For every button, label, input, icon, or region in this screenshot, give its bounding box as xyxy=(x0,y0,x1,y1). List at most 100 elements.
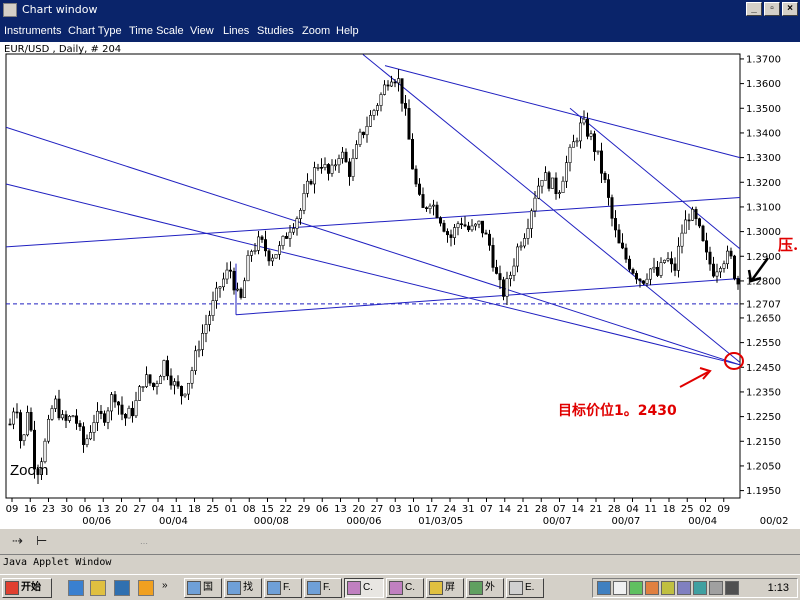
candle-body xyxy=(676,245,680,271)
chart-toolbar: ⇢ ⊢ ⋯ xyxy=(0,528,800,550)
menu-chart-type[interactable]: Chart Type xyxy=(68,25,122,37)
network-icon[interactable] xyxy=(597,581,611,595)
taskbar-btn-3[interactable]: F. xyxy=(264,578,302,598)
candle-body xyxy=(127,407,131,419)
y-tick-label: 1.2550 xyxy=(746,338,781,349)
outlook-quicklaunch-icon[interactable] xyxy=(90,580,106,596)
candle-body xyxy=(50,408,54,420)
candle-body xyxy=(361,131,365,136)
applet-label-text: Java Applet Window xyxy=(3,557,112,568)
candle-body xyxy=(281,235,285,246)
candle-body xyxy=(718,268,722,273)
taskbar-btn-6[interactable]: C. xyxy=(386,578,424,598)
volume-icon[interactable] xyxy=(613,581,627,595)
candle-body xyxy=(603,172,607,180)
taskbar-btn-5[interactable]: C. xyxy=(344,578,384,598)
minimize-button[interactable]: _ xyxy=(746,2,762,16)
x-tick-label: 14 xyxy=(571,504,584,515)
price-chart[interactable]: 1.3700 1.3600 1.3500 1.3400 1.3300 1.3200 1.31… xyxy=(0,42,800,528)
x-tick-label: 11 xyxy=(170,504,183,515)
candle-body xyxy=(260,236,264,240)
x-tick-label: 24 xyxy=(444,504,457,515)
candle-body xyxy=(645,278,649,284)
menu-lines[interactable]: Lines xyxy=(223,25,249,37)
candle-body xyxy=(267,250,271,262)
desktop-quicklaunch-icon[interactable] xyxy=(114,580,130,596)
candle-body xyxy=(431,204,435,207)
candle-body xyxy=(697,218,701,227)
tray-app-icon[interactable] xyxy=(709,581,723,595)
y-tick-label: 1.2250 xyxy=(746,412,781,423)
candle-body xyxy=(60,414,64,419)
menu-studies[interactable]: Studies xyxy=(257,25,294,37)
tray-app-icon[interactable] xyxy=(677,581,691,595)
system-tray: 1:13 xyxy=(592,578,798,598)
candle-body xyxy=(421,194,425,208)
media-quicklaunch-icon[interactable] xyxy=(138,580,154,596)
candle-body xyxy=(533,197,537,212)
candle-body xyxy=(550,177,554,189)
candle-body xyxy=(316,167,320,169)
menu-zoom[interactable]: Zoom xyxy=(302,25,330,37)
taskbar-btn-4[interactable]: F. xyxy=(304,578,342,598)
antivirus-icon[interactable] xyxy=(629,581,643,595)
app-icon xyxy=(509,581,523,595)
candle-body xyxy=(68,416,72,421)
y-tick-label: 1.2650 xyxy=(746,313,781,324)
candle-body xyxy=(438,217,442,224)
candle-body xyxy=(554,177,558,195)
chart-area[interactable]: 1.3700 1.3600 1.3500 1.3400 1.3300 1.3200 1.31… xyxy=(0,42,800,528)
candle-body xyxy=(568,146,572,163)
plot-frame xyxy=(5,53,741,499)
candle-body xyxy=(326,164,330,174)
ie-quicklaunch-icon[interactable] xyxy=(68,580,84,596)
candle-body xyxy=(71,415,75,418)
candle-body xyxy=(564,162,568,182)
crosshair-tool-icon[interactable]: ⇢ xyxy=(12,533,23,549)
x-tick-label: 11 xyxy=(644,504,657,515)
tray-app-icon[interactable] xyxy=(693,581,707,595)
menu-help[interactable]: Help xyxy=(336,25,359,37)
candle-body xyxy=(173,381,177,386)
candle-body xyxy=(131,407,135,417)
restore-button[interactable]: ▫ xyxy=(764,2,780,16)
taskbar-btn-1[interactable]: 国 xyxy=(184,578,222,598)
x-month-label: 000/08 xyxy=(254,516,289,527)
candle-body xyxy=(624,247,628,260)
more-quicklaunch-icon[interactable]: » xyxy=(162,580,168,591)
taskbar-btn-8[interactable]: 外 xyxy=(466,578,504,598)
taskbar-btn-2[interactable]: 找 xyxy=(224,578,262,598)
candle-body xyxy=(302,193,306,211)
candle-body xyxy=(491,245,495,268)
candle-body xyxy=(641,280,645,284)
tray-app-icon[interactable] xyxy=(725,581,739,595)
x-tick-label: 06 xyxy=(79,504,92,515)
candle-body xyxy=(410,138,414,170)
ime-icon[interactable] xyxy=(661,581,675,595)
candle-body xyxy=(358,131,362,145)
candle-body xyxy=(162,360,166,377)
menu-time-scale[interactable]: Time Scale xyxy=(129,25,184,37)
start-button[interactable]: 开始 xyxy=(2,578,52,598)
chart-app-icon xyxy=(347,581,361,595)
candle-body xyxy=(183,393,187,397)
candle-body xyxy=(204,324,208,334)
close-button[interactable]: × xyxy=(782,2,798,16)
candle-body xyxy=(701,225,705,242)
candle-body xyxy=(501,279,505,297)
ie-icon xyxy=(187,581,201,595)
start-label: 开始 xyxy=(21,582,41,593)
menu-view[interactable]: View xyxy=(190,25,214,37)
menu-bar: Instruments Chart Type Time Scale View L… xyxy=(0,20,800,42)
candle-body xyxy=(25,411,29,436)
zoom-label[interactable]: Zoom xyxy=(10,462,48,479)
taskbar-btn-7[interactable]: 屏 xyxy=(426,578,464,598)
messenger-icon[interactable] xyxy=(645,581,659,595)
taskbar-btn-9[interactable]: E. xyxy=(506,578,544,598)
candle-body xyxy=(323,164,327,168)
cursor-tool-icon[interactable]: ⊢ xyxy=(36,533,47,549)
menu-instruments[interactable]: Instruments xyxy=(4,25,61,37)
y-tick-label: 1.3200 xyxy=(746,178,781,189)
candle-body xyxy=(652,266,656,270)
candle-body xyxy=(666,258,670,261)
